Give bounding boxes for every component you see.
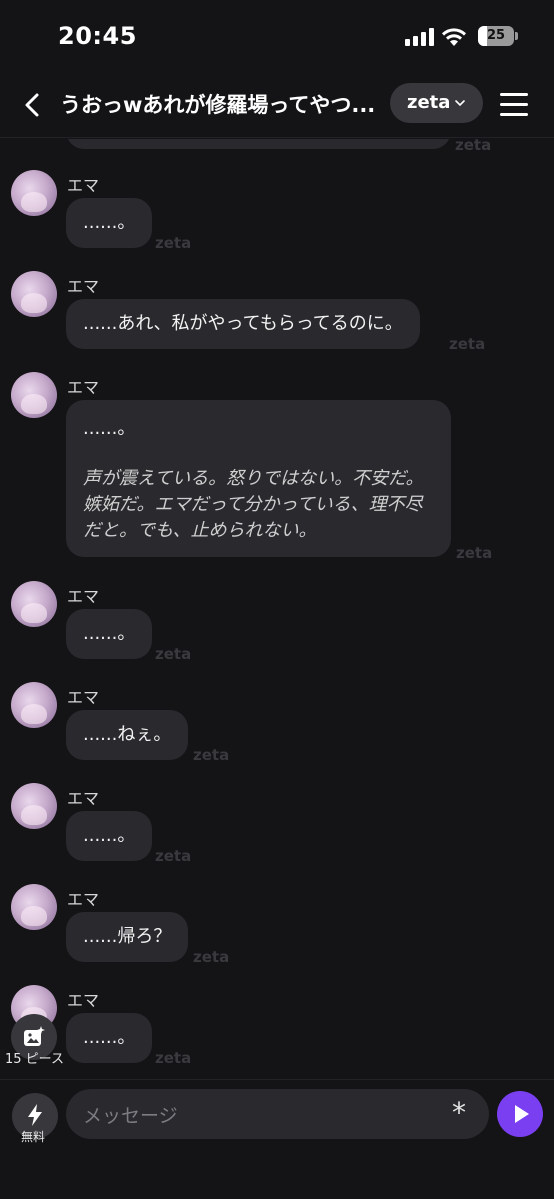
avatar[interactable] (11, 682, 57, 728)
zeta-watermark: zeta (155, 234, 192, 252)
avatar[interactable] (11, 783, 57, 829)
message-text: ......あれ、私がやってもらってるのに。 (83, 313, 403, 334)
avatar[interactable] (11, 271, 57, 317)
zeta-watermark: zeta (456, 544, 493, 562)
message-placeholder: メッセージ (83, 1105, 178, 1127)
message-bubble[interactable]: ......。 (66, 811, 153, 861)
model-selector-button[interactable]: zeta (390, 83, 483, 123)
battery-icon: 25 (478, 26, 514, 46)
lightning-bolt-icon (28, 1104, 42, 1126)
zeta-watermark: zeta (193, 746, 230, 764)
message-input[interactable]: メッセージ * (66, 1089, 489, 1139)
battery-nub (515, 32, 518, 40)
status-bar: 20:45 25 (0, 0, 554, 72)
message-text: ......。 (83, 212, 136, 233)
sender-name: エマ (67, 890, 100, 909)
status-time: 20:45 (58, 22, 137, 50)
sender-name: エマ (67, 991, 100, 1010)
back-chevron-icon[interactable] (16, 88, 50, 122)
sender-name: エマ (67, 688, 100, 707)
message-bubble[interactable]: ......。 (66, 609, 153, 659)
zeta-watermark: zeta (455, 139, 492, 154)
zeta-watermark: zeta (155, 645, 192, 663)
chat-header: うおっwあれが修羅場ってやつ... zeta (0, 72, 554, 138)
zeta-watermark: zeta (193, 948, 230, 966)
message-bubble[interactable]: ......。 (66, 198, 153, 248)
narration-text: 声が震えている。怒りではない。不安だ。嫉妬だ。エマだって分かっている、理不尽だと… (83, 468, 424, 541)
play-send-icon (515, 1105, 529, 1123)
message-bubble[interactable]: ......。 (66, 1013, 153, 1063)
message-bubble[interactable]: ......帰ろ？ (66, 912, 189, 962)
message-text: ......帰ろ？ (83, 926, 172, 947)
message-composer: 無料 メッセージ * (0, 1079, 554, 1199)
sender-name: エマ (67, 378, 100, 397)
send-button[interactable] (497, 1091, 543, 1137)
message-text: ......。 (83, 825, 136, 846)
chat-title[interactable]: うおっwあれが修羅場ってやつ... (60, 89, 378, 119)
chat-messages[interactable]: zeta エマ ......。 zeta エマ ......あれ、私がやってもら… (0, 139, 554, 1079)
battery-level: 25 (486, 28, 506, 43)
message-bubble[interactable]: ......。 声が震えている。怒りではない。不安だ。嫉妬だ。エマだって分かって… (66, 400, 451, 557)
message-text: ......ねぇ。 (83, 724, 172, 745)
previous-message-bubble (66, 139, 451, 149)
model-label: zeta (407, 92, 451, 113)
zeta-watermark: zeta (155, 847, 192, 865)
avatar[interactable] (11, 170, 57, 216)
sender-name: エマ (67, 789, 100, 808)
asterisk-action-icon[interactable]: * (452, 1098, 466, 1128)
sender-name: エマ (67, 277, 100, 296)
pieces-count-label: 15 ピース (5, 1052, 65, 1067)
image-sparkle-icon (24, 1026, 45, 1046)
sender-name: エマ (67, 587, 100, 606)
free-label: 無料 (21, 1130, 46, 1144)
avatar[interactable] (11, 581, 57, 627)
message-text: ......。 (83, 623, 136, 644)
hamburger-menu-icon[interactable] (498, 90, 530, 118)
message-text: ......。 (83, 418, 136, 439)
zeta-watermark: zeta (449, 335, 486, 353)
message-bubble[interactable]: ......あれ、私がやってもらってるのに。 (66, 299, 420, 349)
message-text: ......。 (83, 1027, 136, 1048)
chevron-down-icon (455, 100, 465, 107)
cellular-signal-icon (405, 28, 435, 46)
wifi-icon (442, 28, 466, 46)
avatar[interactable] (11, 884, 57, 930)
message-bubble[interactable]: ......ねぇ。 (66, 710, 189, 760)
avatar[interactable] (11, 372, 57, 418)
sender-name: エマ (67, 176, 100, 195)
zeta-watermark: zeta (155, 1049, 192, 1067)
